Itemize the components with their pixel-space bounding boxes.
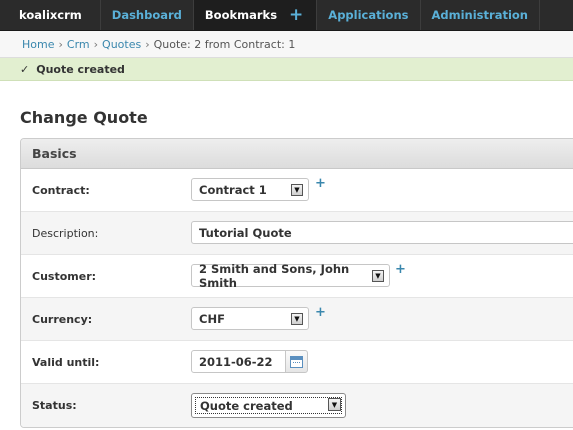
breadcrumb-crm[interactable]: Crm bbox=[67, 38, 90, 51]
currency-row: Currency: CHF ▼ + bbox=[21, 298, 573, 341]
valid-until-input[interactable]: 2011-06-22 bbox=[191, 350, 286, 373]
chevron-down-icon: ▼ bbox=[291, 184, 303, 196]
customer-value: 2 Smith and Sons, John Smith bbox=[199, 261, 350, 290]
nav-dashboard[interactable]: Dashboard bbox=[101, 0, 194, 30]
nav-bookmarks[interactable]: Bookmarks bbox=[193, 0, 286, 30]
valid-until-value: 2011-06-22 bbox=[199, 354, 273, 369]
description-input[interactable]: Tutorial Quote bbox=[191, 221, 573, 244]
status-value: Quote created bbox=[195, 397, 342, 414]
add-customer-icon[interactable]: + bbox=[395, 262, 406, 277]
breadcrumb-separator: › bbox=[145, 37, 150, 51]
currency-label: Currency: bbox=[32, 312, 93, 326]
status-label: Status: bbox=[32, 399, 77, 412]
customer-row: Customer: 2 Smith and Sons, John Smith ▼… bbox=[21, 255, 573, 298]
breadcrumb: Home › Crm › Quotes › Quote: 2 from Cont… bbox=[0, 31, 573, 58]
customer-label: Customer: bbox=[32, 269, 97, 283]
contract-label: Contract: bbox=[32, 183, 90, 197]
contract-row: Contract: Contract 1 ▼ + bbox=[21, 169, 573, 212]
checkmark-icon: ✓ bbox=[20, 62, 30, 76]
customer-select[interactable]: 2 Smith and Sons, John Smith ▼ bbox=[191, 261, 390, 290]
add-bookmark-icon[interactable]: + bbox=[285, 0, 318, 30]
valid-until-row: Valid until: 2011-06-22 bbox=[21, 341, 573, 384]
chevron-down-icon: ▼ bbox=[291, 313, 303, 325]
add-currency-icon[interactable]: + bbox=[315, 305, 326, 320]
description-row: Description: Tutorial Quote bbox=[21, 212, 573, 255]
calendar-icon bbox=[290, 355, 303, 368]
status-select[interactable]: Quote created ▼ bbox=[191, 393, 346, 418]
breadcrumb-current: Quote: 2 from Contract: 1 bbox=[153, 37, 296, 51]
nav-applications[interactable]: Applications bbox=[317, 0, 421, 30]
success-message: ✓ Quote created bbox=[0, 58, 573, 81]
breadcrumb-quotes[interactable]: Quotes bbox=[102, 38, 141, 51]
chevron-down-icon: ▼ bbox=[328, 398, 341, 411]
breadcrumb-separator: › bbox=[93, 37, 99, 51]
contract-value: Contract 1 bbox=[199, 182, 267, 197]
brand-logo[interactable]: koalixcrm bbox=[0, 0, 101, 30]
breadcrumb-home[interactable]: Home bbox=[22, 38, 54, 51]
currency-select[interactable]: CHF ▼ bbox=[191, 307, 309, 330]
calendar-button[interactable] bbox=[285, 350, 308, 373]
description-value: Tutorial Quote bbox=[199, 225, 292, 240]
message-text: Quote created bbox=[36, 62, 125, 76]
page-title: Change Quote bbox=[20, 108, 148, 127]
add-contract-icon[interactable]: + bbox=[315, 176, 326, 191]
valid-until-label: Valid until: bbox=[32, 355, 100, 369]
currency-value: CHF bbox=[199, 311, 225, 326]
status-row: Status: Quote created ▼ bbox=[21, 384, 573, 427]
contract-select[interactable]: Contract 1 ▼ bbox=[191, 178, 309, 201]
fieldset-header: Basics bbox=[21, 139, 573, 169]
description-label: Description: bbox=[32, 226, 99, 240]
top-nav: koalixcrm Dashboard Bookmarks + Applicat… bbox=[0, 0, 573, 31]
basics-fieldset: Basics Contract: Contract 1 ▼ + Descript… bbox=[20, 138, 573, 428]
breadcrumb-separator: › bbox=[58, 37, 63, 51]
nav-administration[interactable]: Administration bbox=[421, 0, 540, 30]
chevron-down-icon: ▼ bbox=[372, 270, 384, 282]
